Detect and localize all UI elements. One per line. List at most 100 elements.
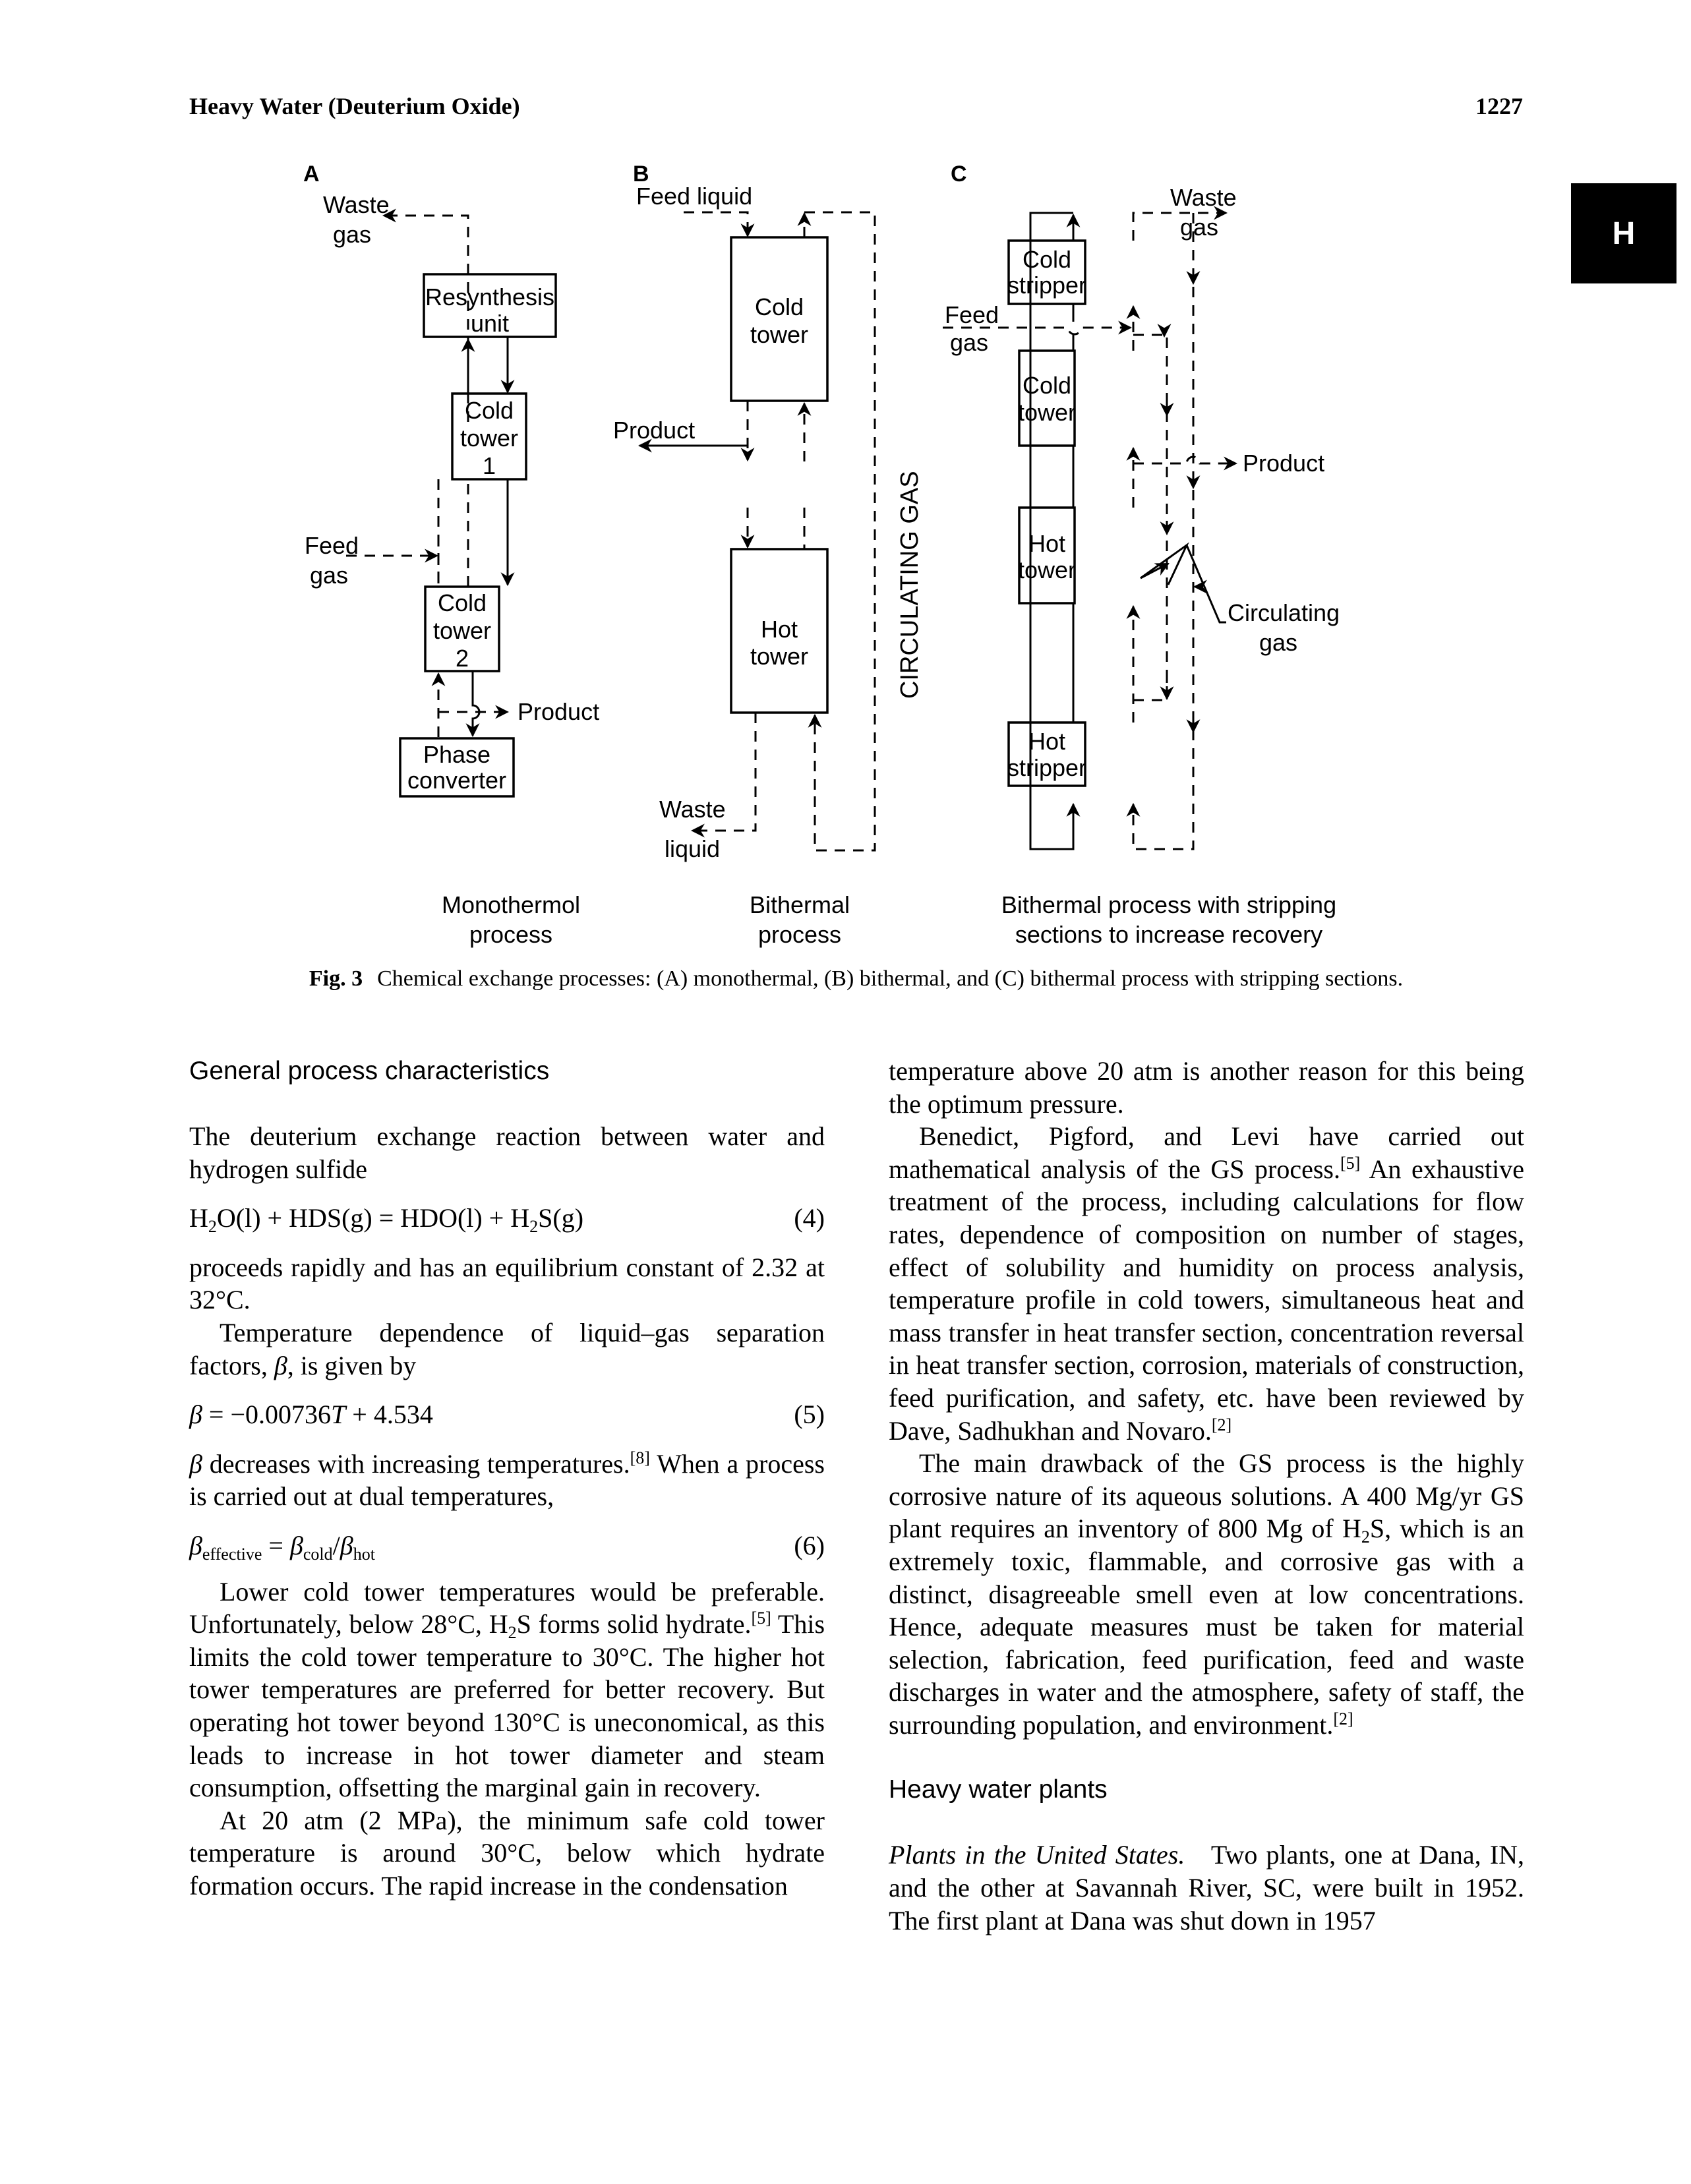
- panel-c-product-label: Product: [1243, 450, 1324, 477]
- citation[interactable]: [5]: [751, 1608, 771, 1628]
- paragraph: temperature above 20 atm is another reas…: [889, 1056, 1524, 1119]
- eq6-beta-1: β: [189, 1530, 202, 1560]
- paragraph: At 20 atm (2 MPa), the minimum safe cold…: [189, 1805, 825, 1901]
- figure-caption: Fig. 3 Chemical exchange processes: (A) m…: [189, 966, 1523, 991]
- equation-5: β = −0.00736T + 4.534 (5): [189, 1398, 825, 1431]
- beta-symbol: β: [189, 1448, 202, 1479]
- panel-b-hot-tower-label-2: tower: [750, 643, 808, 670]
- eq6-sub-cold: cold: [303, 1544, 333, 1564]
- beta-symbol: β: [274, 1350, 287, 1380]
- citation[interactable]: [8]: [630, 1448, 650, 1467]
- section-heading-general-process: General process characteristics: [189, 1057, 550, 1085]
- cold-tower-1-label-1: Cold: [465, 397, 514, 424]
- eq6-sub-hot: hot: [353, 1544, 375, 1564]
- phase-converter-label-1: Phase: [423, 741, 490, 768]
- left-column: General process characteristics The deut…: [189, 1055, 825, 1902]
- page-number: 1227: [1475, 93, 1523, 119]
- figure-caption-label: Fig. 3: [309, 966, 363, 991]
- paragraph: Temperature dependence of liquid–gas sep…: [189, 1316, 825, 1382]
- paragraph: Plants in the United States. Two plants,…: [889, 1839, 1524, 1937]
- panel-a-feed-gas-label-2: gas: [310, 562, 348, 589]
- panel-c-cold-tower-label-2: tower: [1018, 399, 1076, 426]
- cold-stripper-label-1: Cold: [1023, 246, 1071, 273]
- panel-b-cold-tower-label-1: Cold: [755, 293, 804, 320]
- running-head: Heavy Water (Deuterium Oxide) 1227: [189, 92, 1523, 125]
- section-heading-heavy-water-plants: Heavy water plants: [889, 1775, 1108, 1804]
- citation[interactable]: [2]: [1212, 1415, 1231, 1434]
- panel-c: C Waste gas Cold stripper Feed gas Cold …: [943, 162, 1340, 948]
- resynthesis-unit-label-1: Resynthesis: [425, 283, 554, 310]
- panel-c-hot-tower-label-2: tower: [1018, 556, 1076, 583]
- waste-liquid-label-1: Waste: [659, 796, 726, 823]
- panel-c-hot-tower-label-1: Hot: [1028, 530, 1065, 557]
- panel-a: A Waste gas Resynthesis unit Cold tower …: [303, 162, 599, 948]
- eq6-beta-2: β: [289, 1530, 303, 1560]
- panel-c-feed-gas-label-2: gas: [950, 329, 988, 356]
- equation-number-5: (5): [794, 1400, 825, 1430]
- equation-number-4: (4): [794, 1203, 825, 1233]
- eq4-h: H: [189, 1203, 208, 1233]
- paragraph: The main drawback of the GS process is t…: [889, 1447, 1524, 1741]
- text-run: S forms solid hydrate.: [516, 1609, 752, 1639]
- eq6-slash: /: [332, 1530, 340, 1560]
- eq4-sub-1: 2: [208, 1217, 217, 1237]
- eq4-mid: O(l) + HDS(g) = HDO(l) + H: [216, 1203, 530, 1233]
- resynthesis-unit-label-2: unit: [471, 310, 509, 337]
- circulating-gas-label-2: gas: [1259, 629, 1297, 656]
- panel-c-gas-branch: [1133, 324, 1172, 338]
- paragraph: β decreases with increasing temperatures…: [189, 1448, 825, 1513]
- panel-a-waste-gas-label-1: Waste: [323, 191, 390, 218]
- text-run: decreases with increasing temperatures.: [202, 1448, 630, 1479]
- panel-a-letter: A: [303, 162, 320, 187]
- panel-c-cold-tower-label-1: Cold: [1023, 372, 1071, 399]
- panel-c-waste-gas-label-1: Waste: [1170, 184, 1237, 211]
- eq5-a: = −0.00736: [202, 1400, 332, 1430]
- figure-caption-text: Chemical exchange processes: (A) monothe…: [377, 966, 1404, 991]
- panel-c-letter: C: [951, 162, 967, 187]
- cold-tower-2-label-1: Cold: [438, 589, 487, 616]
- panel-a-subtitle-2: process: [469, 921, 552, 948]
- panel-c-subtitle-2: sections to increase recovery: [1015, 921, 1322, 948]
- eq5-T: T: [331, 1400, 346, 1430]
- panel-b-cold-tower-label-2: tower: [750, 321, 808, 348]
- eq4-end: S(g): [538, 1203, 584, 1233]
- panel-a-liquid-down-3: [465, 671, 481, 738]
- citation[interactable]: [2]: [1333, 1709, 1353, 1728]
- subsection-run-in-heading: Plants in the United States.: [889, 1840, 1185, 1870]
- panel-a-waste-gas-line: [382, 208, 469, 422]
- paragraph: Benedict, Pigford, and Levi have carried…: [889, 1120, 1524, 1447]
- paragraph: The deuterium exchange reaction between …: [189, 1121, 825, 1184]
- right-column: temperature above 20 atm is another reas…: [889, 1055, 1524, 1937]
- paragraph: Lower cold tower temperatures would be p…: [189, 1576, 825, 1804]
- panel-b-hot-tower-label-1: Hot: [761, 616, 798, 643]
- panel-c-liquid-return: [1029, 415, 1081, 850]
- panel-c-subtitle-1: Bithermal process with stripping: [1001, 891, 1336, 918]
- hot-stripper-label-2: stripper: [1007, 754, 1086, 781]
- circulating-gas-label-1: Circulating: [1228, 599, 1340, 626]
- citation[interactable]: [5]: [1340, 1154, 1360, 1173]
- eq5-beta: β: [189, 1400, 202, 1430]
- feed-liquid-line: [684, 211, 755, 238]
- waste-liquid-label-2: liquid: [665, 835, 720, 862]
- equation-number-6: (6): [794, 1530, 825, 1560]
- panel-c-product-line: [1133, 456, 1238, 471]
- paragraph: proceeds rapidly and has an equilibrium …: [189, 1252, 825, 1315]
- panel-b-product-label: Product: [613, 417, 695, 444]
- hot-stripper-label-1: Hot: [1028, 728, 1065, 755]
- figure-3: A Waste gas Resynthesis unit Cold tower …: [0, 152, 1691, 956]
- equation-6: βeffective = βcold/βhot (6): [189, 1529, 825, 1564]
- panel-a-waste-gas-label-2: gas: [333, 221, 371, 248]
- panel-c-feed-gas-label-1: Feed: [945, 301, 999, 328]
- panel-b-subtitle-2: process: [758, 921, 841, 948]
- eq6-equals: =: [262, 1530, 290, 1560]
- panel-b-subtitle-1: Bithermal: [750, 891, 850, 918]
- panel-a-subtitle-1: Monothermol: [442, 891, 580, 918]
- process-diagram: A Waste gas Resynthesis unit Cold tower …: [303, 162, 1340, 948]
- subscript: 2: [508, 1623, 517, 1643]
- cold-tower-2-label-2: tower: [433, 617, 491, 644]
- phase-converter-label-2: converter: [407, 767, 506, 794]
- panel-c-waste-gas-label-2: gas: [1180, 214, 1218, 241]
- cold-tower-1-label-3: 1: [483, 452, 496, 479]
- eq4-sub-2: 2: [529, 1217, 539, 1237]
- cold-stripper-label-2: stripper: [1007, 272, 1086, 299]
